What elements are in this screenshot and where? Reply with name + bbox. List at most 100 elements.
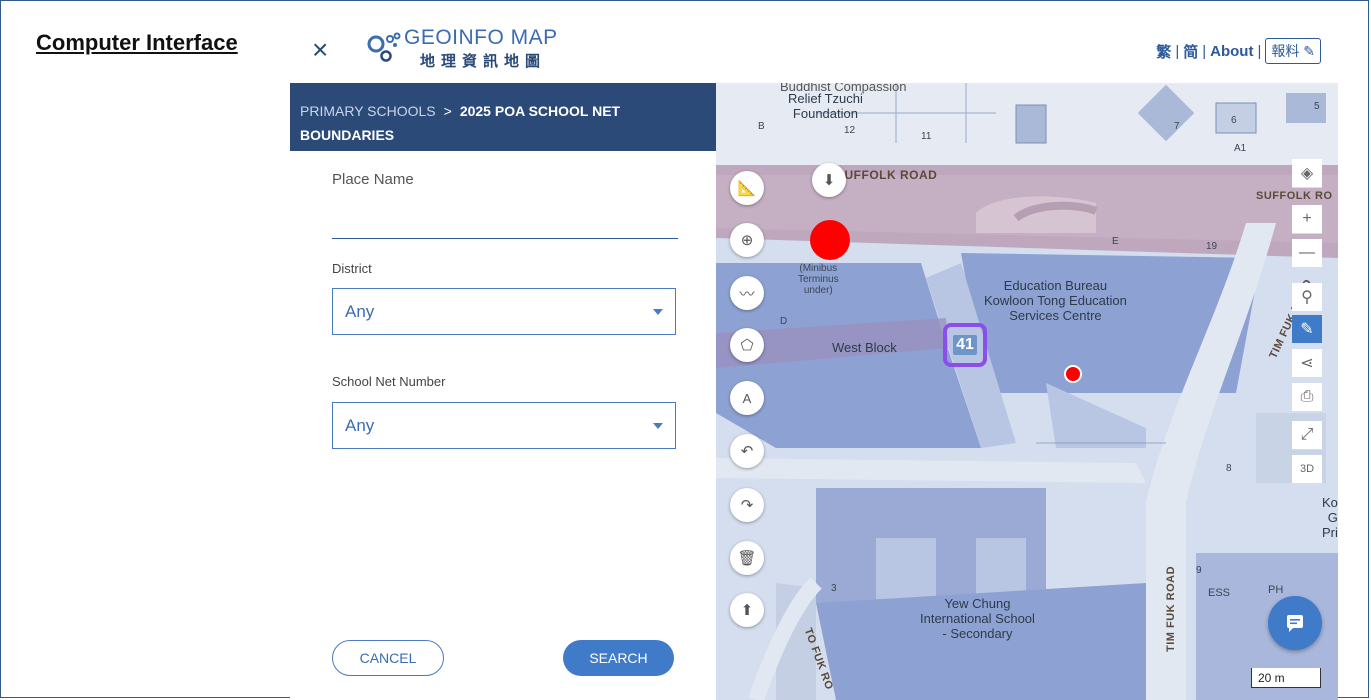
- logo-subtitle: 地理資訊地圖: [420, 53, 547, 70]
- about-link[interactable]: About: [1210, 43, 1253, 60]
- map-label-yew-chung: Yew Chung International School - Seconda…: [920, 596, 1035, 641]
- school-net-label: School Net Number: [332, 374, 446, 389]
- school-net-number: 41: [953, 335, 977, 355]
- map-label-suffolk-road: SUFFOLK ROAD: [836, 168, 938, 182]
- map-label-tim-fuk-road-2: TIM FUK ROAD: [1165, 565, 1178, 653]
- place-name-label: Place Name: [332, 171, 414, 188]
- undo-icon: ↶: [740, 443, 754, 460]
- undo-button[interactable]: ↶: [730, 434, 764, 468]
- print-button[interactable]: ⎙: [1292, 383, 1322, 412]
- logo-mark-icon: [367, 32, 401, 62]
- layers-icon: ◈: [1300, 165, 1314, 182]
- map-label-19: 19: [1206, 241, 1218, 252]
- upload-icon: ⬆: [740, 602, 754, 619]
- map-label-3: 3: [831, 583, 837, 594]
- selected-location-marker[interactable]: [810, 220, 850, 260]
- download-button[interactable]: ⬇: [812, 163, 846, 197]
- district-select[interactable]: Any: [332, 288, 676, 335]
- close-button[interactable]: ×: [312, 36, 328, 64]
- locate-icon: ⊕: [740, 232, 754, 249]
- map-label-edb: Education Bureau Kowloon Tong Education …: [984, 278, 1127, 323]
- lang-traditional-link[interactable]: 繁: [1156, 41, 1171, 62]
- trash-icon: 🗑: [737, 550, 757, 567]
- pin-icon: ⚲: [1301, 289, 1313, 306]
- ruler-tool-button[interactable]: 📐: [730, 171, 764, 205]
- separator: |: [1175, 42, 1180, 60]
- map-label-a1: A1: [1234, 143, 1247, 154]
- caret-down-icon: [653, 309, 663, 315]
- location-marker[interactable]: [1064, 365, 1082, 383]
- ruler-icon: 📐: [737, 180, 757, 197]
- map-label-d: D: [780, 316, 788, 327]
- chat-button[interactable]: [1268, 596, 1322, 650]
- pen-icon: ✎: [1303, 43, 1315, 59]
- zoom-in-button[interactable]: +: [1292, 205, 1322, 234]
- share-button[interactable]: ⋖: [1292, 349, 1322, 378]
- map-scale: 20 m: [1251, 668, 1321, 688]
- fullscreen-icon: ⤢: [1300, 426, 1314, 443]
- search-button[interactable]: SEARCH: [563, 640, 674, 676]
- breadcrumb-parent[interactable]: PRIMARY SCHOOLS: [300, 103, 436, 119]
- caption: Computer Interface: [36, 30, 238, 55]
- map-label-5: 5: [1314, 101, 1320, 112]
- map-label-9: 9: [1196, 565, 1202, 576]
- map-label-8: 8: [1226, 463, 1232, 474]
- download-icon: ⬇: [822, 172, 836, 189]
- map-label-tzuchi: Relief Tzuchi Foundation: [788, 91, 863, 121]
- redo-icon: ↷: [740, 497, 754, 514]
- polyline-tool-button[interactable]: 〰: [730, 276, 764, 310]
- cancel-button[interactable]: CANCEL: [332, 640, 444, 676]
- map-label-ess: ESS: [1208, 587, 1231, 599]
- report-label: 報料: [1271, 43, 1300, 59]
- breadcrumb-separator: >: [443, 103, 452, 119]
- map-label-minibus: (Minibus Terminus under): [798, 263, 839, 296]
- map-label-e: E: [1112, 236, 1119, 247]
- map-label-6: 6: [1231, 115, 1237, 126]
- chat-icon: [1287, 615, 1303, 632]
- map-label-12: 12: [844, 125, 856, 136]
- print-icon: ⎙: [1300, 388, 1314, 405]
- 3d-button[interactable]: 3D: [1292, 455, 1322, 484]
- place-name-input[interactable]: [332, 206, 678, 239]
- lang-simplified-link[interactable]: 简: [1183, 41, 1198, 62]
- logo-title: GEOINFO MAP: [404, 26, 558, 49]
- polygon-tool-button[interactable]: ⬠: [730, 328, 764, 362]
- report-button[interactable]: 報料 ✎: [1265, 38, 1321, 64]
- district-label: District: [332, 261, 372, 276]
- map-label-west-block: West Block: [832, 340, 897, 355]
- map-label-suffolk-road-2: SUFFOLK RO: [1256, 190, 1333, 202]
- draw-button[interactable]: ✎: [1292, 315, 1322, 344]
- caret-down-icon: [653, 423, 663, 429]
- redo-button[interactable]: ↷: [730, 488, 764, 522]
- fullscreen-button[interactable]: ⤢: [1292, 421, 1322, 450]
- pin-button[interactable]: ⚲: [1292, 283, 1322, 312]
- map-label-b: B: [758, 121, 765, 132]
- layers-button[interactable]: ◈: [1292, 159, 1322, 188]
- map-label-7: 7: [1174, 121, 1180, 132]
- text-size-icon: A: [742, 390, 752, 406]
- separator: |: [1202, 42, 1207, 60]
- map-canvas[interactable]: Buddhist Compassion Relief Tzuchi Founda…: [716, 83, 1338, 700]
- delete-button[interactable]: 🗑: [730, 541, 764, 575]
- district-value: Any: [345, 301, 375, 321]
- school-net-badge[interactable]: 41: [943, 323, 987, 367]
- school-net-select[interactable]: Any: [332, 402, 676, 449]
- zoom-in-icon: +: [1302, 210, 1312, 227]
- 3d-icon: 3D: [1299, 463, 1315, 475]
- separator: |: [1257, 42, 1262, 60]
- map-label-ph: PH: [1268, 584, 1284, 596]
- school-net-value: Any: [345, 415, 375, 435]
- zoom-out-button[interactable]: —: [1292, 239, 1322, 268]
- text-tool-button[interactable]: A: [730, 381, 764, 415]
- map-label-11: 11: [921, 131, 932, 142]
- upload-button[interactable]: ⬆: [730, 593, 764, 627]
- pencil-icon: ✎: [1300, 321, 1314, 338]
- polygon-icon: ⬠: [740, 337, 754, 354]
- panel-breadcrumb: PRIMARY SCHOOLS >2025 POA SCHOOL NET BOUN…: [290, 83, 716, 151]
- zoom-out-icon: —: [1299, 244, 1315, 261]
- map-label-ko: Ko G Pri: [1322, 495, 1338, 540]
- polyline-icon: 〰: [739, 285, 755, 303]
- locate-button[interactable]: ⊕: [730, 223, 764, 257]
- share-icon: ⋖: [1300, 355, 1314, 372]
- language-bar: 繁 | 简 | About | 報料 ✎: [1156, 38, 1321, 64]
